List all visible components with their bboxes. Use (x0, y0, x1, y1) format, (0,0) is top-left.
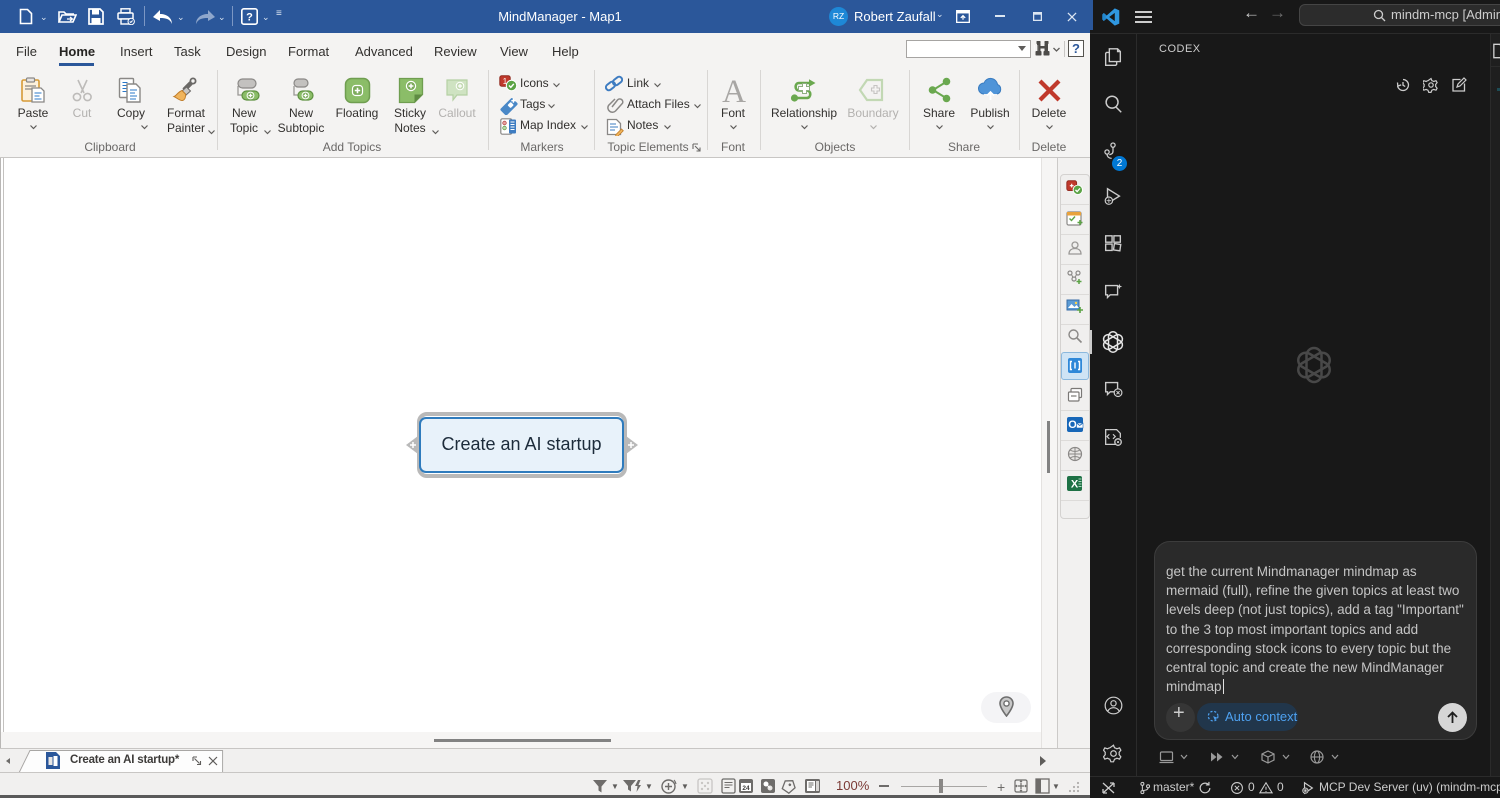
svg-text:O: O (1068, 419, 1077, 431)
svg-text:?: ? (246, 12, 253, 24)
svg-text:X: X (1071, 479, 1079, 491)
svg-text:24: 24 (742, 785, 750, 792)
